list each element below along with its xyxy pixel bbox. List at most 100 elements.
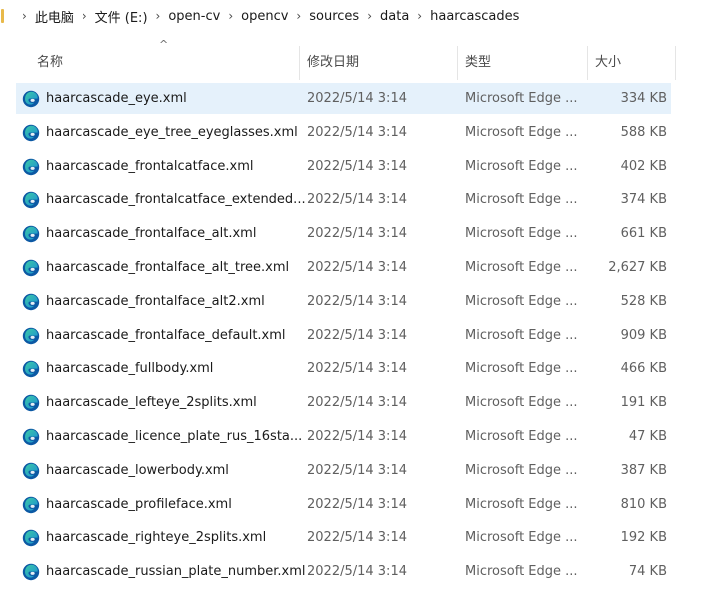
file-modified-date: 2022/5/14 3:14 — [307, 226, 407, 242]
file-modified-date: 2022/5/14 3:14 — [307, 91, 407, 106]
file-size: 466 KB — [620, 361, 667, 377]
file-row[interactable]: haarcascade_eye.xml 2022/5/14 3:14 Micro… — [0, 82, 717, 116]
file-name: haarcascade_fullbody.xml — [46, 361, 214, 377]
file-name: haarcascade_frontalface_alt2.xml — [46, 293, 265, 309]
file-name: haarcascade_frontalface_default.xml — [46, 327, 286, 343]
chevron-right-icon[interactable]: › — [417, 9, 422, 23]
breadcrumb-item-this-pc[interactable]: 此电脑 — [35, 7, 74, 26]
edge-document-icon — [22, 90, 40, 108]
file-row[interactable]: haarcascade_righteye_2splits.xml 2022/5/… — [0, 521, 717, 555]
breadcrumb-item-sources[interactable]: sources — [309, 9, 359, 24]
breadcrumb-item-haarcascades[interactable]: haarcascades — [430, 9, 519, 24]
chevron-right-icon[interactable]: › — [82, 9, 87, 23]
file-row[interactable]: haarcascade_frontalface_alt_tree.xml 202… — [0, 251, 717, 285]
breadcrumb: › 此电脑 › 文件 (E:) › open-cv › opencv › sou… — [0, 0, 717, 32]
edge-document-icon — [22, 496, 40, 514]
file-size: 661 KB — [620, 226, 667, 242]
file-type: Microsoft Edge ... — [465, 462, 578, 478]
file-size: 191 KB — [620, 395, 667, 411]
file-size: 909 KB — [620, 327, 667, 343]
breadcrumb-item-drive-e[interactable]: 文件 (E:) — [95, 7, 148, 26]
file-row[interactable]: haarcascade_lefteye_2splits.xml 2022/5/1… — [0, 386, 717, 420]
edge-document-icon — [22, 191, 40, 209]
chevron-right-icon[interactable]: › — [156, 9, 161, 23]
edge-document-icon — [22, 360, 40, 378]
edge-document-icon — [22, 462, 40, 480]
file-type: Microsoft Edge ... — [465, 395, 578, 411]
file-modified-date: 2022/5/14 3:14 — [307, 530, 407, 546]
edge-document-icon — [22, 428, 40, 446]
column-header-date[interactable]: 修改日期 — [307, 46, 359, 80]
file-size: 74 KB — [628, 564, 667, 580]
breadcrumb-item-opencv[interactable]: opencv — [241, 9, 288, 24]
file-row[interactable]: haarcascade_frontalface_alt.xml 2022/5/1… — [0, 217, 717, 251]
column-divider[interactable] — [299, 46, 300, 80]
edge-document-icon — [22, 259, 40, 277]
file-row[interactable]: haarcascade_frontalface_alt2.xml 2022/5/… — [0, 285, 717, 319]
file-size: 387 KB — [620, 462, 667, 478]
column-divider[interactable] — [457, 46, 458, 80]
folder-icon — [1, 9, 4, 23]
file-modified-date: 2022/5/14 3:14 — [307, 327, 407, 343]
column-header-size[interactable]: 大小 — [595, 46, 621, 80]
file-type: Microsoft Edge ... — [465, 124, 578, 140]
column-header-row: 名称 修改日期 类型 大小 — [0, 46, 717, 80]
file-type: Microsoft Edge ... — [465, 158, 578, 174]
file-size: 402 KB — [620, 158, 667, 174]
column-divider[interactable] — [675, 46, 676, 80]
file-name: haarcascade_licence_plate_rus_16sta... — [46, 428, 303, 444]
file-type: Microsoft Edge ... — [465, 428, 578, 444]
chevron-right-icon[interactable]: › — [228, 9, 233, 23]
file-name: haarcascade_frontalface_alt.xml — [46, 226, 257, 242]
file-size: 528 KB — [620, 293, 667, 309]
file-name: haarcascade_righteye_2splits.xml — [46, 530, 267, 546]
file-type: Microsoft Edge ... — [465, 91, 578, 106]
edge-document-icon — [22, 529, 40, 547]
file-type: Microsoft Edge ... — [465, 293, 578, 309]
file-name: haarcascade_profileface.xml — [46, 496, 232, 512]
file-name: haarcascade_lowerbody.xml — [46, 462, 229, 478]
edge-document-icon — [22, 394, 40, 412]
file-size: 810 KB — [620, 496, 667, 512]
edge-document-icon — [22, 327, 40, 345]
file-type: Microsoft Edge ... — [465, 259, 578, 275]
file-modified-date: 2022/5/14 3:14 — [307, 361, 407, 377]
file-row[interactable]: haarcascade_lowerbody.xml 2022/5/14 3:14… — [0, 454, 717, 488]
file-name: haarcascade_eye.xml — [46, 91, 187, 106]
file-name: haarcascade_frontalcatface_extended... — [46, 192, 306, 208]
file-row[interactable]: haarcascade_frontalcatface.xml 2022/5/14… — [0, 150, 717, 184]
file-modified-date: 2022/5/14 3:14 — [307, 158, 407, 174]
file-modified-date: 2022/5/14 3:14 — [307, 395, 407, 411]
column-divider[interactable] — [587, 46, 588, 80]
file-type: Microsoft Edge ... — [465, 564, 578, 580]
file-size: 192 KB — [620, 530, 667, 546]
column-header-name[interactable]: 名称 — [37, 46, 63, 80]
file-size: 2,627 KB — [608, 259, 667, 275]
chevron-right-icon[interactable]: › — [367, 9, 372, 23]
edge-document-icon — [22, 158, 40, 176]
file-row[interactable]: haarcascade_russian_plate_number.xml 202… — [0, 555, 717, 589]
file-row[interactable]: haarcascade_eye_tree_eyeglasses.xml 2022… — [0, 116, 717, 150]
file-modified-date: 2022/5/14 3:14 — [307, 192, 407, 208]
file-modified-date: 2022/5/14 3:14 — [307, 293, 407, 309]
file-name: haarcascade_frontalface_alt_tree.xml — [46, 259, 290, 275]
breadcrumb-item-data[interactable]: data — [380, 9, 409, 24]
file-modified-date: 2022/5/14 3:14 — [307, 564, 407, 580]
column-header-type[interactable]: 类型 — [465, 46, 491, 80]
file-explorer-window: › 此电脑 › 文件 (E:) › open-cv › opencv › sou… — [0, 0, 717, 593]
file-row[interactable]: haarcascade_profileface.xml 2022/5/14 3:… — [0, 488, 717, 522]
breadcrumb-item-open-cv[interactable]: open-cv — [168, 9, 220, 24]
file-row[interactable]: haarcascade_frontalface_default.xml 2022… — [0, 319, 717, 353]
chevron-right-icon[interactable]: › — [22, 9, 27, 23]
file-row[interactable]: haarcascade_fullbody.xml 2022/5/14 3:14 … — [0, 352, 717, 386]
file-row[interactable]: haarcascade_frontalcatface_extended... 2… — [0, 183, 717, 217]
file-list: haarcascade_eye.xml 2022/5/14 3:14 Micro… — [0, 82, 717, 589]
file-name: haarcascade_frontalcatface.xml — [46, 158, 254, 174]
file-type: Microsoft Edge ... — [465, 496, 578, 512]
file-row[interactable]: haarcascade_licence_plate_rus_16sta... 2… — [0, 420, 717, 454]
chevron-right-icon[interactable]: › — [296, 9, 301, 23]
edge-document-icon — [22, 124, 40, 142]
edge-document-icon — [22, 563, 40, 581]
file-type: Microsoft Edge ... — [465, 327, 578, 343]
file-size: 47 KB — [628, 428, 667, 444]
